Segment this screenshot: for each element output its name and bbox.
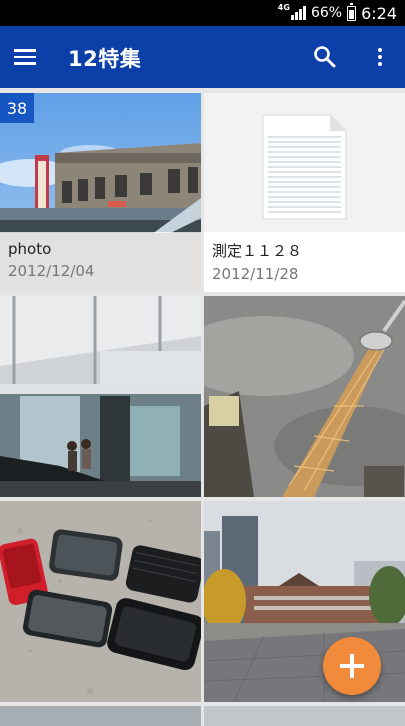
search-icon[interactable] xyxy=(310,42,340,72)
album-tile-photo[interactable]: photo 2012/12/04 38 xyxy=(0,93,201,292)
tokyo-skytree-photo xyxy=(204,296,405,497)
photo-tile-station-entrance[interactable] xyxy=(0,296,201,497)
photo-tile-partial-right[interactable] xyxy=(204,706,405,726)
add-button[interactable] xyxy=(323,637,381,695)
hamburger-menu-icon[interactable] xyxy=(14,42,44,72)
photo-tile-skytree[interactable] xyxy=(204,296,405,497)
battery-icon xyxy=(347,2,357,21)
page-title: 12特集 xyxy=(68,47,142,71)
photo-tile-smartphones[interactable] xyxy=(0,501,201,702)
app-bar: 12特集 xyxy=(0,26,405,88)
more-vert-icon[interactable] xyxy=(368,42,392,72)
album-name: photo xyxy=(8,240,52,258)
station-entrance-photo xyxy=(0,296,201,497)
network-type: 4G xyxy=(277,2,290,12)
photo-count-badge: 38 xyxy=(0,93,34,123)
album-date: 2012/11/28 xyxy=(212,265,299,283)
signal-icon xyxy=(290,6,306,20)
status-time: 6:24 xyxy=(361,3,397,23)
album-caption: 測定１１２８ 2012/11/28 xyxy=(204,232,405,292)
album-caption: photo 2012/12/04 xyxy=(0,232,201,292)
status-bar: 4G 66% 6:24 xyxy=(0,0,405,26)
album-date: 2012/12/04 xyxy=(8,262,95,280)
battery-percent: 66% xyxy=(310,5,343,21)
smartphones-photo xyxy=(0,501,201,702)
album-tile-measurement[interactable]: 測定１１２８ 2012/11/28 xyxy=(204,93,405,292)
photo-tile-partial-left[interactable] xyxy=(0,706,201,726)
album-name: 測定１１２８ xyxy=(212,242,303,260)
